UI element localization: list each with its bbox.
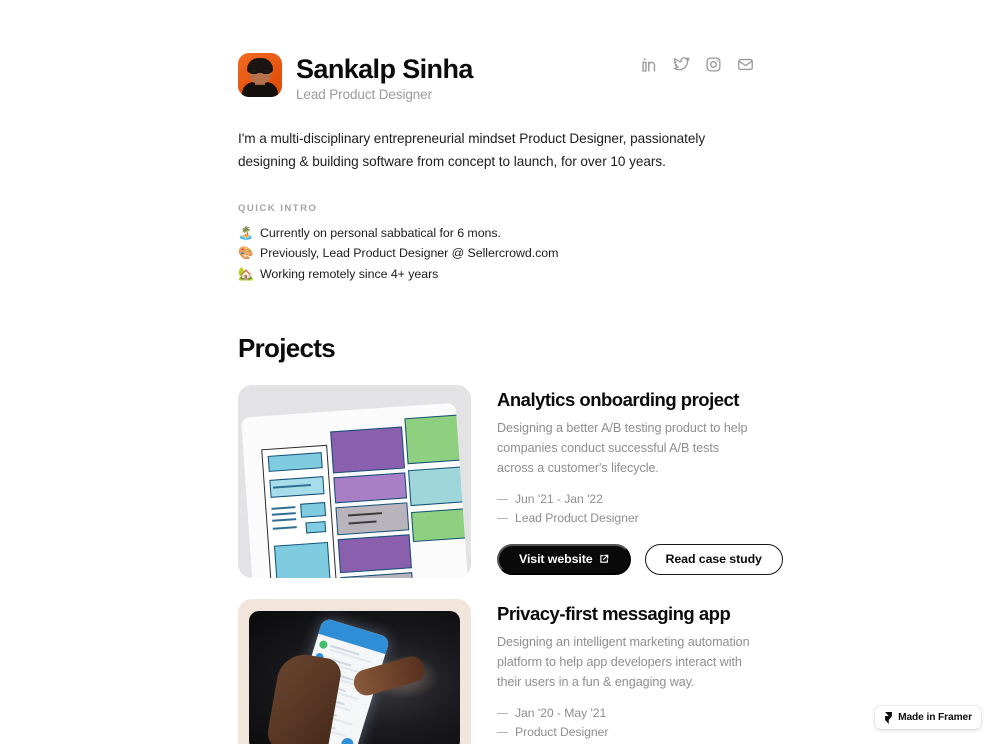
list-item: 🏝️ Currently on personal sabbatical for … xyxy=(238,223,754,244)
quick-intro-label: QUICK INTRO xyxy=(238,202,318,214)
hand-holding-phone-thumbnail[interactable] xyxy=(238,599,471,744)
avatar-glasses-left xyxy=(250,68,258,74)
profile-role: Lead Product Designer xyxy=(296,87,432,103)
visit-website-label: Visit website xyxy=(519,552,593,567)
visit-website-button[interactable]: Visit website xyxy=(497,543,631,575)
project-role: Lead Product Designer xyxy=(515,511,639,526)
dash-icon xyxy=(497,731,508,733)
avatar-glasses-bridge xyxy=(258,70,262,72)
email-icon[interactable] xyxy=(737,56,754,73)
house-with-garden-emoji: 🏡 xyxy=(238,266,254,281)
project-title: Analytics onboarding project xyxy=(497,389,739,411)
project-info: Analytics onboarding project Designing a… xyxy=(497,385,783,578)
project-meta: Jun '21 - Jan '22 Lead Product Designer xyxy=(497,490,755,528)
twitter-icon[interactable] xyxy=(673,56,690,73)
project-role: Product Designer xyxy=(515,725,609,740)
name-block: Sankalp Sinha Lead Product Designer xyxy=(296,53,473,102)
made-in-framer-label: Made in Framer xyxy=(898,712,972,723)
wireframe-sketches-thumbnail[interactable] xyxy=(238,385,471,579)
social-links xyxy=(641,53,754,73)
instagram-icon[interactable] xyxy=(705,56,722,73)
profile-header: Sankalp Sinha Lead Product Designer xyxy=(238,0,754,102)
project-card: Privacy-first messaging app Designing an… xyxy=(238,599,754,744)
project-actions: Visit website Read case study xyxy=(497,543,783,575)
framer-logo-icon xyxy=(884,711,893,724)
project-dates-row: Jun '21 - Jan '22 xyxy=(497,490,755,509)
list-item: 🏡 Working remotely since 4+ years xyxy=(238,264,754,285)
quick-intro-text: Previously, Lead Product Designer @ Sell… xyxy=(260,246,559,261)
profile-bio: I'm a multi-disciplinary entrepreneurial… xyxy=(238,131,706,170)
sketch-sheet xyxy=(240,403,469,579)
dash-icon xyxy=(497,498,508,500)
project-card: Analytics onboarding project Designing a… xyxy=(238,385,783,579)
read-case-study-button[interactable]: Read case study xyxy=(644,543,783,575)
portfolio-page: Sankalp Sinha Lead Product Designer I'm … xyxy=(0,0,992,744)
wireframe-column-center xyxy=(330,426,414,579)
palette-emoji: 🎨 xyxy=(238,246,254,261)
quick-intro-text: Currently on personal sabbatical for 6 m… xyxy=(260,225,501,240)
avatar-glasses-right xyxy=(262,68,270,74)
phone-photo xyxy=(249,611,460,744)
content-column: Sankalp Sinha Lead Product Designer I'm … xyxy=(238,0,783,744)
linkedin-icon[interactable] xyxy=(641,56,658,73)
wireframe-column-left xyxy=(261,445,338,579)
project-description: Designing a better A/B testing product t… xyxy=(497,420,748,476)
avatar xyxy=(238,53,282,97)
projects-heading: Projects xyxy=(238,333,336,364)
read-case-study-label: Read case study xyxy=(665,552,762,567)
project-description: Designing an intelligent marketing autom… xyxy=(497,634,750,690)
project-role-row: Product Designer xyxy=(497,723,755,742)
made-in-framer-badge[interactable]: Made in Framer xyxy=(875,706,981,729)
external-link-icon xyxy=(599,554,609,564)
project-meta: Jan '20 - May '21 Product Designer xyxy=(497,704,755,742)
project-dates: Jan '20 - May '21 xyxy=(515,706,607,721)
list-item: 🎨 Previously, Lead Product Designer @ Se… xyxy=(238,243,754,264)
project-dates: Jun '21 - Jan '22 xyxy=(515,492,603,507)
wireframe-column-right xyxy=(404,414,469,569)
project-info: Privacy-first messaging app Designing an… xyxy=(497,599,755,744)
dash-icon xyxy=(497,517,508,519)
project-dates-row: Jan '20 - May '21 xyxy=(497,704,755,723)
quick-intro-text: Working remotely since 4+ years xyxy=(260,266,439,281)
quick-intro-list: 🏝️ Currently on personal sabbatical for … xyxy=(238,223,754,285)
project-title: Privacy-first messaging app xyxy=(497,603,731,625)
island-emoji: 🏝️ xyxy=(238,225,254,240)
page-title: Sankalp Sinha xyxy=(296,54,473,84)
dash-icon xyxy=(497,712,508,714)
project-role-row: Lead Product Designer xyxy=(497,509,755,528)
